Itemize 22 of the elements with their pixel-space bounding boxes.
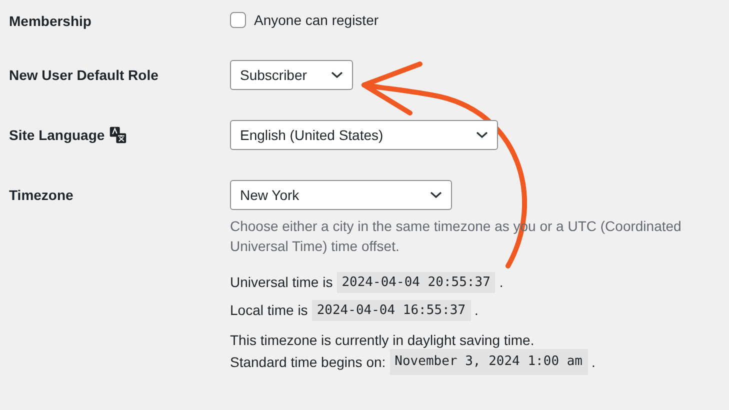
period-text: . xyxy=(592,353,596,372)
time-label: Local time is xyxy=(230,302,308,318)
dropdown[interactable]: Subscriber xyxy=(230,60,353,90)
time-value: 2024-04-04 20:55:37 xyxy=(336,272,496,292)
time-value: November 3, 2024 1:00 am xyxy=(390,349,588,375)
setting-label: New User Default Role xyxy=(9,67,158,83)
chevron-icon xyxy=(476,131,488,139)
period-text: . xyxy=(474,302,478,318)
chevron-icon xyxy=(331,71,343,79)
time-label: Universal time is xyxy=(230,274,333,290)
checkbox-label: Anyone can register xyxy=(254,12,379,28)
setting-label: Site Language xyxy=(9,127,105,143)
time-label: Standard time begins on: xyxy=(230,353,386,372)
time-value: 2024-04-04 16:55:37 xyxy=(312,300,471,320)
chevron-icon xyxy=(430,191,442,199)
period-text: . xyxy=(499,274,504,290)
dropdown[interactable]: English (United States) xyxy=(230,120,498,150)
dst-note: This timezone is currently in daylight saving time. xyxy=(230,331,536,350)
dropdown[interactable]: New York xyxy=(230,180,452,210)
setting-label: Timezone xyxy=(9,187,74,203)
setting-label: Membership xyxy=(9,13,92,29)
checkbox[interactable] xyxy=(230,12,246,28)
